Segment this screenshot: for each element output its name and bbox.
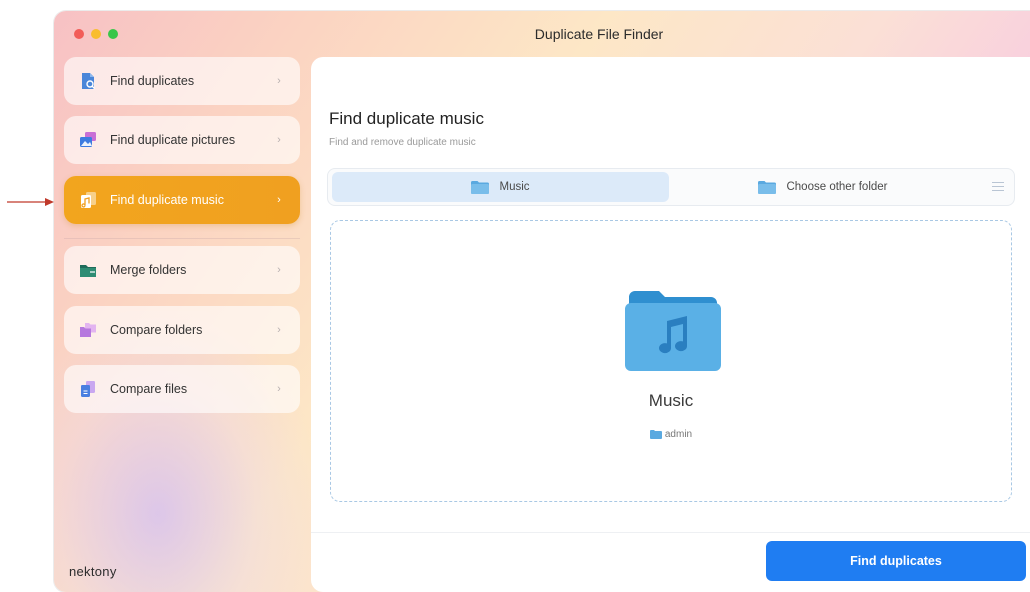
selected-folder-name: Music bbox=[648, 391, 694, 410]
chevron-right-icon: › bbox=[277, 264, 281, 276]
sidebar-item-compare-folders[interactable]: Compare folders › bbox=[64, 306, 300, 354]
sidebar-item-merge-folders[interactable]: Merge folders › bbox=[64, 246, 300, 294]
compare-folders-icon bbox=[80, 323, 96, 337]
merge-folders-icon bbox=[80, 265, 96, 277]
bottom-divider bbox=[311, 532, 1030, 533]
folder-drop-zone[interactable]: Music admin bbox=[330, 220, 1012, 502]
sidebar-item-label: Find duplicate music bbox=[110, 193, 224, 207]
folder-source-tabs: Music Choose other folder bbox=[327, 168, 1015, 206]
folder-icon bbox=[471, 180, 490, 194]
main-panel: Find duplicate music Find and remove dup… bbox=[311, 57, 1030, 592]
sidebar-item-label: Find duplicates bbox=[110, 74, 195, 88]
chevron-right-icon: › bbox=[277, 134, 281, 146]
sidebar-item-find-duplicate-music[interactable]: Find duplicate music › bbox=[64, 176, 300, 224]
chevron-right-icon: › bbox=[277, 324, 281, 336]
tab-music[interactable]: Music bbox=[332, 172, 669, 202]
tab-music-label: Music bbox=[499, 181, 530, 193]
music-folder-icon bbox=[625, 291, 721, 371]
chevron-right-icon: › bbox=[277, 383, 281, 395]
find-duplicates-button[interactable]: Find duplicates bbox=[766, 541, 1026, 581]
pointer-arrow-icon bbox=[7, 198, 54, 206]
sidebar-item-label: Compare folders bbox=[110, 323, 203, 337]
nektony-logo: nektony bbox=[69, 564, 117, 579]
music-file-icon bbox=[81, 192, 96, 208]
folder-icon bbox=[649, 430, 662, 439]
chevron-right-icon: › bbox=[277, 194, 281, 206]
menu-icon[interactable] bbox=[992, 182, 1004, 192]
folder-icon bbox=[758, 180, 777, 194]
app-window: Duplicate File Finder Find duplicates › … bbox=[54, 11, 1030, 592]
chevron-right-icon: › bbox=[277, 75, 281, 87]
window-title: Duplicate File Finder bbox=[534, 26, 664, 42]
page-subtitle: Find and remove duplicate music bbox=[329, 137, 476, 148]
tab-choose-other-folder-label: Choose other folder bbox=[786, 181, 888, 193]
pictures-icon bbox=[80, 132, 96, 147]
sidebar-item-find-duplicates[interactable]: Find duplicates › bbox=[64, 57, 300, 105]
sidebar-divider bbox=[64, 238, 300, 239]
sidebar-item-label: Compare files bbox=[110, 382, 188, 396]
selected-folder-path: admin bbox=[331, 429, 1011, 440]
file-search-icon bbox=[82, 73, 95, 89]
sidebar-item-label: Merge folders bbox=[110, 263, 187, 277]
compare-files-icon bbox=[81, 381, 95, 397]
sidebar-item-find-duplicate-pictures[interactable]: Find duplicate pictures › bbox=[64, 116, 300, 164]
tab-choose-other-folder[interactable]: Choose other folder bbox=[673, 172, 973, 202]
page-title: Find duplicate music bbox=[329, 109, 484, 128]
folder-path-label: admin bbox=[664, 429, 693, 440]
sidebar-item-compare-files[interactable]: Compare files › bbox=[64, 365, 300, 413]
sidebar-item-label: Find duplicate pictures bbox=[110, 133, 236, 147]
